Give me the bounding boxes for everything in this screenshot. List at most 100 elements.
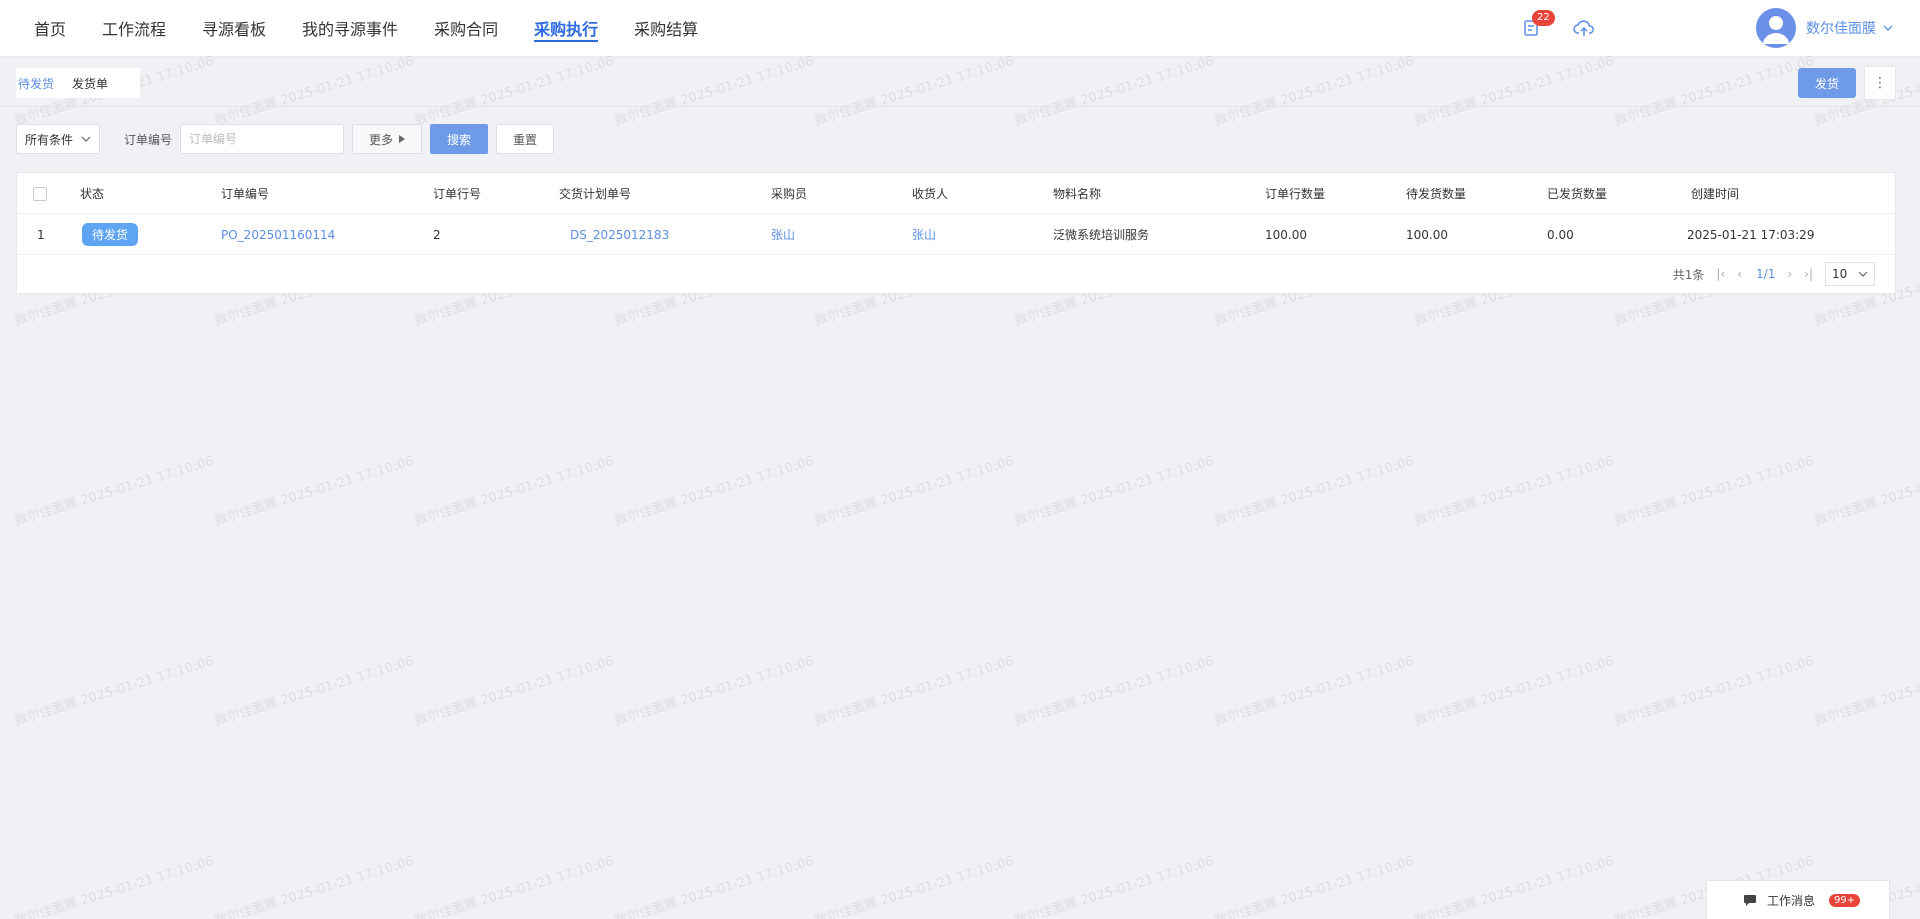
watermark-text: 数尔佳面膜 2025-01-21 17:10:06: [1612, 653, 1816, 729]
column-header: 创建时间: [1691, 187, 1740, 201]
column-header: 待发货数量: [1406, 187, 1467, 201]
ship-button[interactable]: 发货: [1798, 68, 1856, 98]
watermark-text: 数尔佳面膜 2025-01-21 17:10:06: [212, 853, 416, 919]
column-header: 订单编号: [221, 187, 270, 201]
column-header: 已发货数量: [1547, 187, 1608, 201]
chevron-down-icon: [81, 136, 91, 142]
watermark-text: 数尔佳面膜 2025-01-21 17:10:06: [1012, 853, 1216, 919]
column-header: 订单行号: [433, 187, 482, 201]
nav-item-purchase-settlement[interactable]: 采购结算: [634, 0, 698, 56]
status-cell: 待发货: [82, 214, 139, 255]
pending-qty-cell: 100.00: [1406, 227, 1448, 242]
watermark-text: 数尔佳面膜 2025-01-21 17:10:06: [12, 653, 216, 729]
column-header: 状态: [80, 187, 105, 201]
work-message-widget[interactable]: 工作消息 99+: [1706, 880, 1890, 919]
more-filters-button[interactable]: 更多: [352, 124, 423, 154]
select-all-cell: [33, 173, 47, 214]
watermark-text: 数尔佳面膜 2025-01-21 17:10:06: [1612, 53, 1816, 129]
select-all-checkbox[interactable]: [33, 186, 47, 201]
watermark-text: 数尔佳面膜 2025-01-21 17:10:06: [12, 853, 216, 919]
nav-item-workflow[interactable]: 工作流程: [102, 0, 166, 56]
nav-item-purchase-contract[interactable]: 采购合同: [434, 0, 498, 56]
first-page-icon[interactable]: |‹: [1716, 267, 1725, 281]
main-nav: 首页 工作流程 寻源看板 我的寻源事件 采购合同 采购执行 采购结算: [34, 0, 734, 56]
watermark-text: 数尔佳面膜 2025-01-21 17:10:06: [1412, 853, 1616, 919]
watermark-text: 数尔佳面膜 2025-01-21 17:10:06: [1812, 654, 1920, 729]
tab-shipment-orders[interactable]: 发货单: [72, 75, 108, 92]
watermark-text: 数尔佳面膜 2025-01-21 17:10:06: [1212, 853, 1416, 919]
watermark-text: 数尔佳面膜 2025-01-21 17:10:06: [412, 53, 616, 129]
watermark-text: 数尔佳面膜 2025-01-21 17:10:06: [1212, 653, 1416, 729]
page-size-select[interactable]: 10: [1825, 262, 1875, 286]
divider: [0, 106, 1920, 107]
watermark-text: 数尔佳面膜 2025-01-21 17:10:06: [612, 53, 816, 129]
chevron-down-icon: [1883, 25, 1893, 31]
column-header: 采购员: [771, 187, 808, 201]
row-index: 1: [37, 227, 45, 242]
line-qty-cell: 100.00: [1265, 227, 1307, 242]
prev-page-icon[interactable]: ‹: [1737, 267, 1742, 281]
cloud-upload-icon: [1573, 20, 1594, 36]
reset-button[interactable]: 重置: [496, 124, 555, 154]
table-header: 状态 订单编号 订单行号 交货计划单号 采购员 收货人 物料名称 订单行数量 待…: [17, 173, 1895, 214]
next-page-icon[interactable]: ›: [1787, 267, 1792, 281]
chevron-down-icon: [1858, 271, 1868, 277]
column-header: 订单行数量: [1265, 187, 1326, 201]
table-row[interactable]: 1 待发货 PO_202501160114 2 DS_2025012183 张山…: [17, 214, 1895, 255]
sub-tabs: 待发货 发货单: [16, 68, 141, 98]
watermark-text: 数尔佳面膜 2025-01-21 17:10:06: [1412, 53, 1616, 129]
watermark-text: 数尔佳面膜 2025-01-21 17:10:06: [12, 453, 216, 529]
watermark-text: 数尔佳面膜 2025-01-21 17:10:06: [212, 53, 416, 129]
caret-right-icon: [399, 135, 406, 143]
search-button[interactable]: 搜索: [430, 124, 489, 154]
shipped-qty-cell: 0.00: [1547, 227, 1574, 242]
material-cell: 泛微系统培训服务: [1053, 228, 1150, 242]
work-message-label: 工作消息: [1767, 893, 1816, 908]
watermark-text: 数尔佳面膜 2025-01-21 17:10:06: [812, 853, 1016, 919]
filter-bar: 所有条件 订单编号 更多 搜索 重置: [16, 124, 555, 154]
top-icons: 22: [1518, 10, 1622, 42]
nav-item-purchase-execution[interactable]: 采购执行: [534, 0, 599, 56]
message-count-badge: 99+: [1829, 893, 1861, 907]
chat-bubble-icon: [1744, 895, 1756, 906]
watermark-text: 数尔佳面膜 2025-01-21 17:10:06: [1012, 453, 1216, 529]
watermark-text: 数尔佳面膜 2025-01-21 17:10:06: [812, 653, 1016, 729]
watermark-text: 数尔佳面膜 2025-01-21 17:10:06: [612, 653, 816, 729]
user-avatar-icon: [1763, 16, 1789, 44]
order-no-label: 订单编号: [124, 132, 173, 147]
nav-item-my-sourcing-events[interactable]: 我的寻源事件: [302, 0, 398, 56]
watermark-text: 数尔佳面膜 2025-01-21 17:10:06: [412, 453, 616, 529]
status-badge: 待发货: [82, 223, 139, 246]
buyer-link[interactable]: 张山: [771, 214, 795, 255]
watermark-text: 数尔佳面膜 2025-01-21 17:10:06: [1212, 53, 1416, 129]
watermark-text: 数尔佳面膜 2025-01-21 17:10:06: [412, 653, 616, 729]
notification-button[interactable]: 22: [1518, 10, 1555, 42]
last-page-icon[interactable]: ›|: [1804, 267, 1813, 281]
top-navigation-bar: 首页 工作流程 寻源看板 我的寻源事件 采购合同 采购执行 采购结算 22 数尔…: [0, 0, 1920, 56]
order-no-link[interactable]: PO_202501160114: [221, 214, 335, 255]
column-header: 物料名称: [1053, 187, 1102, 201]
watermark-text: 数尔佳面膜 2025-01-21 17:10:06: [1212, 453, 1416, 529]
order-no-input[interactable]: [180, 124, 345, 154]
condition-select[interactable]: 所有条件: [16, 124, 100, 154]
more-actions-button[interactable]: ⋮: [1864, 66, 1896, 100]
user-menu[interactable]: 数尔佳面膜: [1756, 8, 1894, 48]
receiver-link[interactable]: 张山: [912, 214, 936, 255]
watermark-text: 数尔佳面膜 2025-01-21 17:10:06: [812, 453, 1016, 529]
condition-select-value: 所有条件: [25, 132, 74, 147]
nav-item-home[interactable]: 首页: [34, 0, 66, 56]
watermark-text: 数尔佳面膜 2025-01-21 17:10:06: [1612, 453, 1816, 529]
nav-item-sourcing-board[interactable]: 寻源看板: [202, 0, 266, 56]
tab-pending-shipment[interactable]: 待发货: [18, 75, 54, 92]
upload-button[interactable]: [1570, 14, 1598, 42]
watermark-text: 数尔佳面膜 2025-01-21 17:10:06: [1812, 454, 1920, 529]
watermark-text: 数尔佳面膜 2025-01-21 17:10:06: [612, 853, 816, 919]
plan-no-link[interactable]: DS_2025012183: [570, 214, 669, 255]
column-header: 收货人: [912, 187, 949, 201]
watermark-text: 数尔佳面膜 2025-01-21 17:10:06: [1012, 653, 1216, 729]
more-filters-label: 更多: [369, 132, 394, 147]
watermark-text: 数尔佳面膜 2025-01-21 17:10:06: [612, 453, 816, 529]
avatar: [1756, 8, 1796, 48]
watermark-text: 数尔佳面膜 2025-01-21 17:10:06: [1012, 53, 1216, 129]
page-size-value: 10: [1832, 267, 1848, 281]
